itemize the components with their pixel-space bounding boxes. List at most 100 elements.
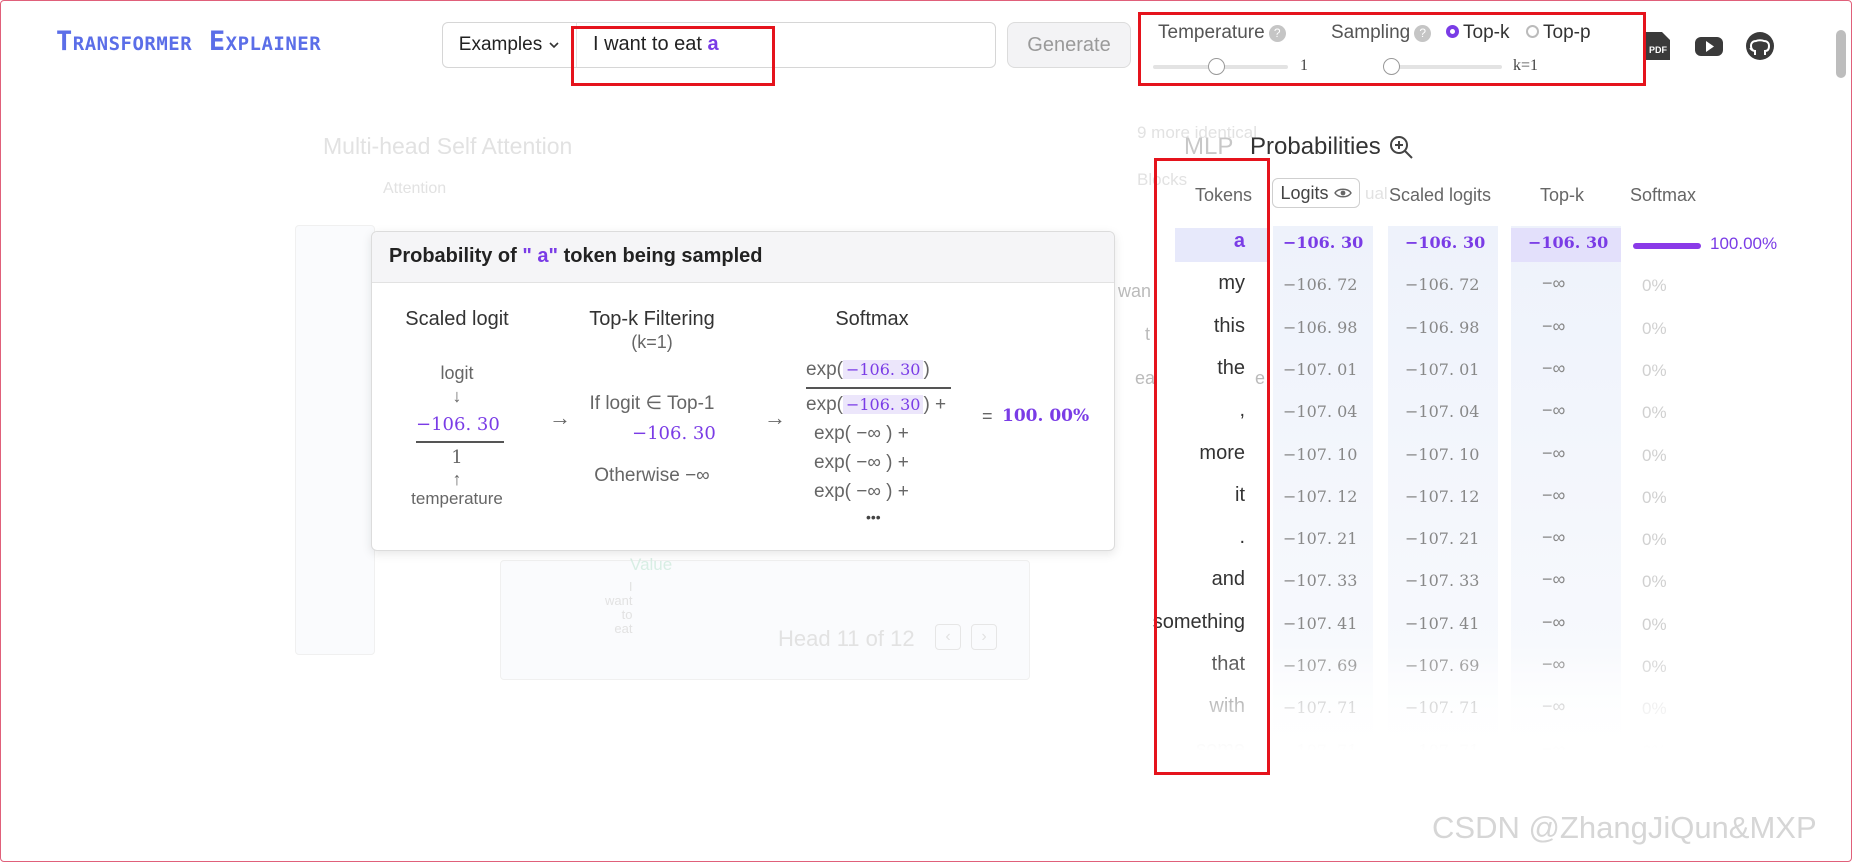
softmax-denominator-1: exp(−106. 30) + (806, 394, 947, 415)
topp-radio-icon (1526, 25, 1539, 38)
k-value: k=1 (1513, 57, 1539, 74)
scaled-logit-cell: −107. 41 (1405, 613, 1480, 633)
token-label[interactable]: my (1218, 272, 1245, 295)
down-arrow: ↓ (452, 386, 462, 406)
faded-panel-bottom (500, 560, 1030, 680)
topk-radio-icon (1446, 25, 1459, 38)
card-title: Probability of " a" token being sampled (372, 232, 1114, 283)
topp-radio[interactable]: Top-p (1526, 22, 1591, 44)
temperature-value-card: 1 (451, 447, 463, 468)
input-group: Examples I want to eat a (442, 22, 996, 68)
logit-label: logit (440, 363, 474, 383)
k-slider-knob[interactable] (1383, 58, 1400, 75)
temperature-caption: temperature (411, 489, 503, 508)
topk-cell: −∞ (1542, 442, 1566, 463)
token-label[interactable]: more (1199, 442, 1245, 465)
softmax-heading: Softmax (835, 308, 909, 330)
equals-sign: = (982, 406, 993, 426)
zoom-in-icon[interactable] (1388, 134, 1414, 160)
softmax-cell: 100.00% (1710, 234, 1778, 253)
token-label[interactable]: and (1212, 568, 1245, 591)
tab-probabilities[interactable]: Probabilities (1250, 133, 1381, 161)
softmax-denominator-4: exp( −∞ ) + (814, 481, 909, 502)
token-label[interactable]: , (1239, 399, 1245, 422)
scaled-logit-cell: −107. 33 (1405, 571, 1480, 591)
examples-label: Examples (458, 34, 543, 55)
logit-cell: −106. 98 (1283, 317, 1358, 337)
sampling-help-icon[interactable]: ? (1414, 25, 1432, 42)
value-tokens: I want to eat (605, 579, 633, 636)
scaled-logit-heading: Scaled logit (405, 308, 509, 330)
logit-cell: −107. 04 (1283, 402, 1358, 422)
scaled-logit-cell: −107. 21 (1405, 529, 1480, 549)
softmax-cell: 0% (1642, 445, 1667, 465)
temperature-slider-knob[interactable] (1208, 58, 1225, 75)
k-slider[interactable] (1383, 58, 1502, 75)
topk-radio[interactable]: Top-k (1446, 22, 1509, 44)
softmax-cell: 0% (1642, 360, 1667, 380)
arrow-right-1: → (549, 405, 571, 430)
topk-cell: −∞ (1542, 315, 1566, 336)
topk-subheading: (k=1) (631, 332, 673, 352)
head-next-button[interactable]: › (971, 624, 997, 650)
token-label[interactable]: something (1153, 611, 1245, 634)
logits-toggle[interactable]: Logits (1272, 178, 1360, 208)
logit-cell: −107. 01 (1283, 359, 1358, 379)
temperature-help-icon[interactable]: ? (1268, 25, 1286, 42)
tab-mlp[interactable]: MLP (1184, 133, 1233, 161)
app-logo[interactable]: Transformer Explainer (56, 26, 321, 57)
topk-cell: −∞ (1542, 484, 1566, 505)
generate-button[interactable]: Generate (1007, 22, 1131, 68)
head-prev-button[interactable]: ‹ (935, 624, 961, 650)
faded-matrix-left (295, 225, 375, 655)
softmax-cell: 0% (1642, 276, 1667, 296)
table-fade (1130, 640, 1830, 770)
ellipsis-dots: ••• (866, 509, 881, 525)
softmax-numerator: exp(−106. 30) (806, 359, 930, 380)
logit-cell: −107. 10 (1283, 444, 1358, 464)
logit-cell: −107. 12 (1283, 486, 1358, 506)
temperature-slider[interactable] (1153, 58, 1288, 75)
attention-subtitle: Attention (383, 180, 447, 197)
youtube-icon[interactable] (1693, 30, 1725, 62)
token-label[interactable]: it (1235, 484, 1245, 507)
pdf-icon[interactable]: PDF (1642, 30, 1674, 62)
softmax-cell: 0% (1642, 572, 1667, 592)
scaled-logit-cell: −106. 72 (1405, 275, 1480, 295)
token-label[interactable]: a (1234, 230, 1245, 253)
up-arrow: ↑ (452, 469, 462, 489)
token-row-highlight (1175, 228, 1269, 262)
arrow-right-2: → (764, 405, 786, 430)
svg-text:PDF: PDF (1649, 45, 1668, 55)
token-label[interactable]: this (1214, 315, 1245, 338)
scaled-logit-cell: −106. 98 (1405, 317, 1480, 337)
logit-cell: −107. 33 (1283, 571, 1358, 591)
col-head-logits: Logits (1280, 182, 1329, 203)
topk-cell: −∞ (1542, 400, 1566, 421)
softmax-cell: 0% (1642, 530, 1667, 550)
col-head-softmax: Softmax (1630, 185, 1697, 205)
scrollbar-thumb[interactable] (1836, 30, 1846, 78)
scaled-logit-cell: −107. 10 (1405, 444, 1480, 464)
softmax-cell: 0% (1642, 487, 1667, 507)
prompt-next-token: a (707, 33, 719, 55)
residual-label: ual (1365, 184, 1388, 203)
topk-heading: Top-k Filtering (589, 308, 715, 330)
token-label[interactable]: the (1217, 357, 1245, 380)
softmax-denominator-2: exp( −∞ ) + (814, 423, 909, 444)
chevron-down-icon (549, 42, 559, 49)
prompt-input[interactable]: I want to eat a (593, 33, 719, 56)
examples-dropdown[interactable]: Examples (443, 23, 577, 67)
side-token-1: t (1145, 324, 1151, 344)
side-token-2: ea (1135, 368, 1156, 388)
value-label: Value (630, 555, 673, 574)
scaled-logit-cell: −107. 12 (1405, 486, 1480, 506)
token-label[interactable]: . (1239, 526, 1245, 549)
head-label: Head 11 of 12 (778, 626, 915, 651)
topk-cell: −∞ (1542, 527, 1566, 548)
temperature-value: 1 (1300, 57, 1308, 74)
logit-cell: −106. 30 (1283, 233, 1364, 252)
github-icon[interactable] (1744, 30, 1776, 62)
softmax-cell: 0% (1642, 403, 1667, 423)
result-value: 100. 00% (1002, 406, 1090, 426)
